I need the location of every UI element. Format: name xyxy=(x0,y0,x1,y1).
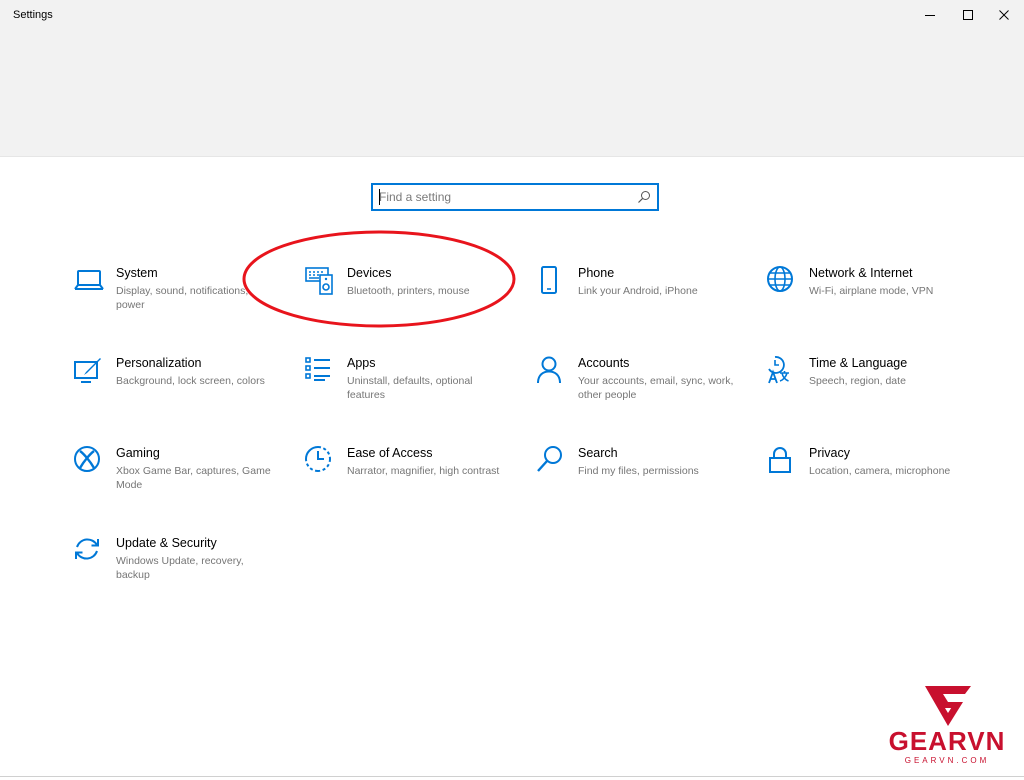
category-ease-of-access[interactable]: Ease of Access Narrator, magnifier, high… xyxy=(305,446,505,510)
category-description: Bluetooth, printers, mouse xyxy=(347,285,470,297)
category-title: Devices xyxy=(347,266,392,280)
category-time-language[interactable]: Time & Language Speech, region, date xyxy=(767,356,967,420)
category-title: Apps xyxy=(347,356,376,370)
category-description: Location, camera, microphone xyxy=(809,465,951,477)
category-description: Speech, region, date xyxy=(809,375,906,387)
category-title: Gaming xyxy=(116,446,160,460)
category-title: Network & Internet xyxy=(809,266,913,280)
close-button[interactable] xyxy=(986,0,1022,30)
maximize-button[interactable] xyxy=(950,0,986,30)
category-description: Wi-Fi, airplane mode, VPN xyxy=(809,285,934,297)
category-gaming[interactable]: Gaming Xbox Game Bar, captures, Game Mod… xyxy=(74,446,274,510)
category-description: Windows Update, recovery, backup xyxy=(116,555,244,581)
category-update-security[interactable]: Update & Security Windows Update, recove… xyxy=(74,536,274,600)
category-description: Display, sound, notifications, power xyxy=(116,285,249,311)
window-title: Settings xyxy=(13,9,53,21)
category-title: Personalization xyxy=(116,356,202,370)
category-privacy[interactable]: Privacy Location, camera, microphone xyxy=(767,446,967,510)
category-description: Uninstall, defaults, optional features xyxy=(347,375,473,401)
laptop-icon xyxy=(74,266,104,296)
close-icon xyxy=(999,10,1009,20)
xbox-icon xyxy=(74,446,104,476)
minimize-icon xyxy=(925,15,935,16)
sync-icon xyxy=(74,536,104,566)
category-title: Phone xyxy=(578,266,615,280)
globe-icon xyxy=(767,266,797,296)
category-description: Narrator, magnifier, high contrast xyxy=(347,465,500,477)
magnifier-icon xyxy=(536,446,566,476)
category-devices[interactable]: Devices Bluetooth, printers, mouse xyxy=(305,266,505,330)
text-caret xyxy=(379,189,380,205)
category-description: Xbox Game Bar, captures, Game Mode xyxy=(116,465,271,491)
category-description: Background, lock screen, colors xyxy=(116,375,265,387)
category-search[interactable]: Search Find my files, permissions xyxy=(536,446,736,510)
category-network[interactable]: Network & Internet Wi-Fi, airplane mode,… xyxy=(767,266,967,330)
phone-icon xyxy=(536,266,566,296)
search-input[interactable] xyxy=(379,187,629,207)
title-bar: Settings xyxy=(0,0,1024,30)
category-title: Update & Security xyxy=(116,536,217,550)
gearvn-logo: GEARVN GEARVN.COM xyxy=(888,684,1006,768)
category-system[interactable]: System Display, sound, notifications, po… xyxy=(74,266,274,330)
apps-list-icon xyxy=(305,356,335,386)
maximize-icon xyxy=(963,10,973,20)
ease-of-access-icon xyxy=(305,446,335,476)
logo-url: GEARVN.COM xyxy=(904,756,990,765)
bottom-border xyxy=(0,776,1024,777)
category-title: Ease of Access xyxy=(347,446,433,460)
minimize-button[interactable] xyxy=(912,0,948,30)
category-apps[interactable]: Apps Uninstall, defaults, optional featu… xyxy=(305,356,505,420)
category-description: Link your Android, iPhone xyxy=(578,285,698,297)
category-title: System xyxy=(116,266,158,280)
devices-icon xyxy=(305,266,335,296)
category-title: Time & Language xyxy=(809,356,908,370)
search-icon[interactable] xyxy=(637,190,651,204)
category-accounts[interactable]: Accounts Your accounts, email, sync, wor… xyxy=(536,356,736,420)
personalization-icon xyxy=(74,356,104,386)
logo-brand: GEARVN xyxy=(888,726,1006,756)
lock-icon xyxy=(767,446,797,476)
category-personalization[interactable]: Personalization Background, lock screen,… xyxy=(74,356,274,420)
category-description: Your accounts, email, sync, work, other … xyxy=(578,375,734,401)
gearvn-logo-mark xyxy=(925,686,971,726)
category-title: Privacy xyxy=(809,446,850,460)
time-language-icon xyxy=(767,356,797,386)
category-title: Search xyxy=(578,446,618,460)
category-description: Find my files, permissions xyxy=(578,465,699,477)
category-phone[interactable]: Phone Link your Android, iPhone xyxy=(536,266,736,330)
category-title: Accounts xyxy=(578,356,630,370)
person-icon xyxy=(536,356,566,386)
search-box[interactable] xyxy=(371,183,659,211)
